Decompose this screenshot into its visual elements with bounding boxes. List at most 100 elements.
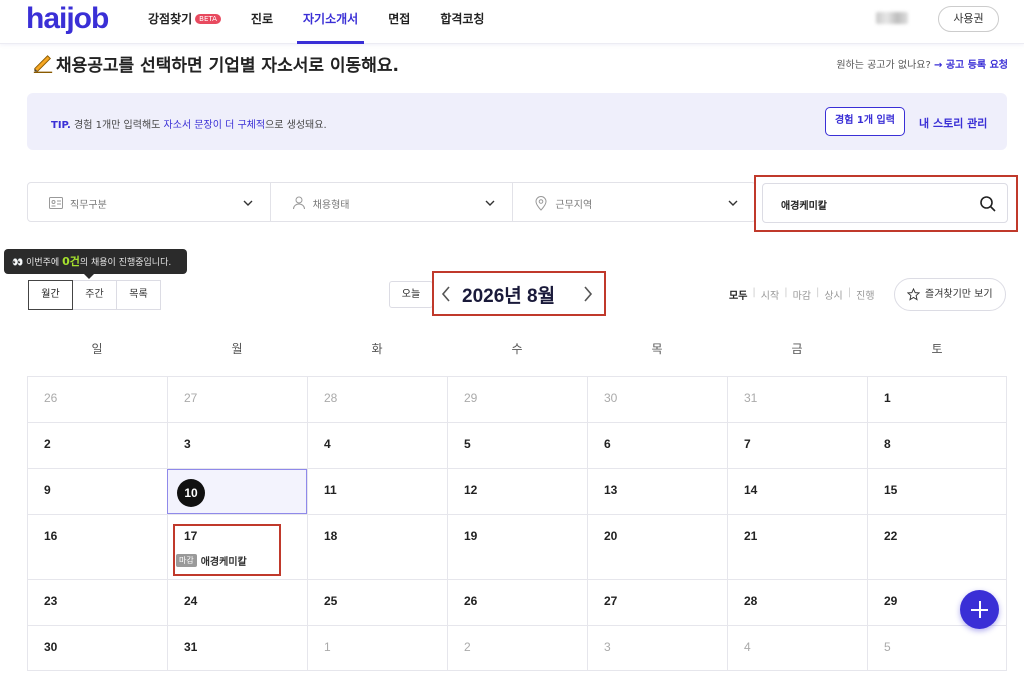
- status-ongoing[interactable]: 진행: [856, 287, 874, 302]
- haijob-logo[interactable]: haijob: [26, 4, 109, 34]
- calendar-day-cell[interactable]: 23: [27, 580, 167, 625]
- nav-cover-letter[interactable]: 자기소개서: [296, 0, 365, 44]
- day-number: 13: [604, 483, 618, 497]
- company-search-input[interactable]: 애경케미칼: [762, 183, 1008, 223]
- calendar-week: 30 31 1 2 3 4 5: [27, 625, 1007, 671]
- calendar-day-cell[interactable]: 24: [167, 580, 307, 625]
- status-deadline[interactable]: 마감: [793, 287, 811, 302]
- calendar-day-cell[interactable]: 22: [867, 515, 1007, 579]
- calendar-day-cell[interactable]: 5: [447, 423, 587, 468]
- chevron-left-icon[interactable]: [440, 285, 452, 303]
- calendar-day-cell[interactable]: 7: [727, 423, 867, 468]
- calendar-day-cell[interactable]: 27: [167, 377, 307, 422]
- calendar-day-cell[interactable]: 19: [447, 515, 587, 579]
- add-button[interactable]: [960, 590, 999, 629]
- current-month: 2026년 8월: [462, 286, 556, 307]
- today-button[interactable]: 오늘: [389, 281, 433, 308]
- day-number: 6: [604, 437, 611, 451]
- job-request-link[interactable]: 원하는 공고가 없나요? → 공고 등록 요청: [836, 56, 1008, 71]
- user-name-blurred[interactable]: [876, 12, 908, 24]
- weekday: 금: [791, 342, 803, 356]
- nav-coaching[interactable]: 합격코칭: [440, 0, 484, 44]
- calendar-day-cell[interactable]: 31: [727, 377, 867, 422]
- calendar-day-cell[interactable]: 9: [27, 469, 167, 514]
- add-experience-button[interactable]: 경험 1개 입력: [825, 107, 905, 136]
- status-filter: 모두 | 시작 | 마감 | 상시 | 진행: [729, 287, 875, 302]
- calendar-day-cell[interactable]: 17 마감 애경케미칼: [167, 515, 307, 579]
- job-category-dropdown[interactable]: 직무구분: [28, 183, 271, 221]
- day-number: 15: [884, 483, 898, 497]
- calendar-day-cell[interactable]: 4: [307, 423, 447, 468]
- view-list[interactable]: 목록: [116, 280, 161, 310]
- calendar-day-cell[interactable]: 1: [867, 377, 1007, 422]
- day-number: 5: [464, 437, 471, 451]
- day-number: 1: [324, 640, 331, 654]
- status-all[interactable]: 모두: [729, 287, 747, 302]
- day-number: 22: [884, 529, 898, 543]
- voucher-button[interactable]: 사용권: [938, 6, 999, 32]
- calendar-event[interactable]: 마감 애경케미칼: [176, 553, 247, 568]
- day-number: 18: [324, 529, 338, 543]
- calendar-day-cell[interactable]: 3: [167, 423, 307, 468]
- day-number: 8: [884, 437, 891, 451]
- day-number: 26: [44, 391, 58, 405]
- day-number: 19: [464, 529, 478, 543]
- chevron-down-icon: [485, 200, 495, 206]
- view-monthly[interactable]: 월간: [28, 280, 73, 310]
- chevron-down-icon: [243, 200, 253, 206]
- calendar-day-cell[interactable]: 31: [167, 626, 307, 670]
- calendar-day-cell[interactable]: 18: [307, 515, 447, 579]
- calendar-week: 26 27 28 29 30 31 1: [27, 376, 1007, 422]
- calendar-day-cell[interactable]: 15: [867, 469, 1007, 514]
- search-icon[interactable]: [979, 195, 997, 213]
- calendar-day-cell[interactable]: 11: [307, 469, 447, 514]
- favorites-only-button[interactable]: 즐겨찾기만 보기: [894, 278, 1006, 311]
- view-toggle: 월간 주간 목록: [28, 280, 161, 310]
- event-company-name: 애경케미칼: [200, 557, 247, 568]
- nav-career[interactable]: 진로: [251, 0, 273, 44]
- view-weekly[interactable]: 주간: [72, 280, 117, 310]
- tip-banner: TIP. 경험 1개만 입력해도 자소서 문장이 더 구체적으로 생성돼요. 경…: [27, 93, 1007, 150]
- calendar-day-cell[interactable]: 2: [27, 423, 167, 468]
- calendar-day-cell[interactable]: 3: [587, 626, 727, 670]
- status-start[interactable]: 시작: [761, 287, 779, 302]
- calendar-day-cell[interactable]: 26: [27, 377, 167, 422]
- calendar-day-cell[interactable]: 29: [447, 377, 587, 422]
- calendar-day-cell[interactable]: 20: [587, 515, 727, 579]
- calendar-day-cell[interactable]: 13: [587, 469, 727, 514]
- nav-strength[interactable]: 강점찾기 BETA: [148, 0, 221, 44]
- day-number: 21: [744, 529, 758, 543]
- beta-badge: BETA: [195, 14, 221, 24]
- calendar-day-cell[interactable]: 28: [307, 377, 447, 422]
- calendar-day-cell[interactable]: 4: [727, 626, 867, 670]
- day-number: 27: [184, 391, 198, 405]
- employment-type-dropdown[interactable]: 채용형태: [271, 183, 514, 221]
- calendar-day-cell[interactable]: 16: [27, 515, 167, 579]
- calendar-day-cell[interactable]: 28: [727, 580, 867, 625]
- calendar-day-cell[interactable]: 5: [867, 626, 1007, 670]
- calendar-day-cell[interactable]: 30: [587, 377, 727, 422]
- weekday-header: 일 월 화 수 목 금 토: [27, 340, 1007, 357]
- nav-interview[interactable]: 면접: [388, 0, 410, 44]
- status-always[interactable]: 상시: [824, 287, 842, 302]
- weekday: 일: [91, 342, 103, 356]
- calendar-day-cell[interactable]: 8: [867, 423, 1007, 468]
- calendar-day-cell[interactable]: 14: [727, 469, 867, 514]
- manage-story-link[interactable]: 내 스토리 관리: [919, 115, 987, 131]
- calendar-day-cell[interactable]: 26: [447, 580, 587, 625]
- calendar-day-cell[interactable]: 10: [167, 469, 307, 514]
- calendar-day-cell[interactable]: 1: [307, 626, 447, 670]
- day-number: 7: [744, 437, 751, 451]
- chevron-right-icon[interactable]: [582, 285, 594, 303]
- calendar-day-cell[interactable]: 30: [27, 626, 167, 670]
- top-header: haijob 강점찾기 BETA 진로 자기소개서 면접 합격코칭 사용권: [0, 0, 1024, 44]
- work-region-dropdown[interactable]: 근무지역: [513, 183, 755, 221]
- day-number: 9: [44, 483, 51, 497]
- day-number: 31: [184, 640, 198, 654]
- calendar-day-cell[interactable]: 2: [447, 626, 587, 670]
- calendar-day-cell[interactable]: 25: [307, 580, 447, 625]
- calendar-day-cell[interactable]: 12: [447, 469, 587, 514]
- calendar-day-cell[interactable]: 27: [587, 580, 727, 625]
- calendar-day-cell[interactable]: 6: [587, 423, 727, 468]
- calendar-day-cell[interactable]: 21: [727, 515, 867, 579]
